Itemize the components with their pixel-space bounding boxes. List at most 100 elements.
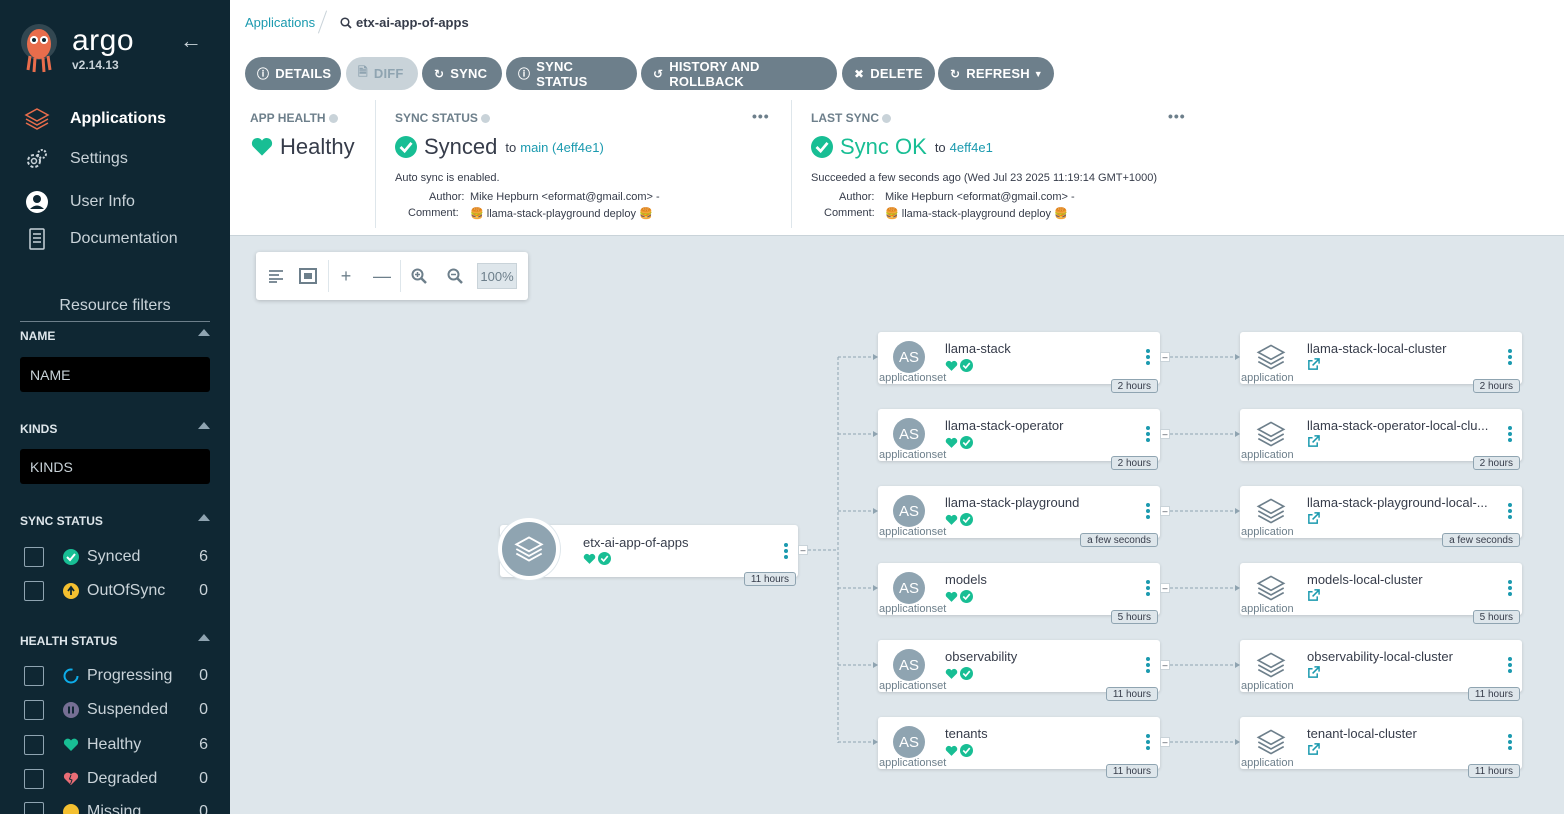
sync-button[interactable]: ↻ SYNC <box>422 57 502 90</box>
collapse-sidebar-arrow-icon[interactable]: ← <box>180 28 202 54</box>
node-status-icons <box>945 513 973 526</box>
external-link-icon[interactable] <box>1307 589 1320 602</box>
collapse-node-button[interactable]: – <box>1160 352 1170 362</box>
node-menu-icon[interactable] <box>1146 503 1150 521</box>
application-node[interactable]: tenant-local-cluster application 11 hours <box>1240 717 1522 778</box>
external-link-icon[interactable] <box>1307 435 1320 448</box>
sync-status-more-icon[interactable]: ••• <box>752 108 770 124</box>
diff-button[interactable]: 🗎 DIFF <box>346 57 418 90</box>
nav-documentation[interactable]: Documentation <box>24 225 224 253</box>
gears-icon <box>24 146 50 172</box>
filter-count: 0 <box>199 701 208 718</box>
filter-suspended[interactable]: Suspended 0 <box>24 699 208 721</box>
kinds-filter-input[interactable]: KINDS <box>20 449 210 484</box>
filter-missing[interactable]: Missing 0 <box>24 801 208 814</box>
argo-logo[interactable] <box>18 22 60 74</box>
node-status-icons <box>945 744 973 757</box>
node-menu-icon[interactable] <box>1146 734 1150 752</box>
sync-status-filter-header[interactable]: SYNC STATUS <box>20 514 210 528</box>
collapse-caret-icon[interactable] <box>198 634 210 641</box>
node-menu-icon[interactable] <box>1508 349 1512 367</box>
applicationset-node[interactable]: AS llama-stack applicationset 2 hours <box>878 332 1160 393</box>
node-menu-icon[interactable] <box>1146 349 1150 367</box>
collapse-caret-icon[interactable] <box>198 514 210 521</box>
node-age-badge: a few seconds <box>1442 533 1520 547</box>
node-menu-icon[interactable] <box>784 543 788 561</box>
application-node[interactable]: llama-stack-local-cluster application 2 ho… <box>1240 332 1522 393</box>
external-link-icon[interactable] <box>1307 512 1320 525</box>
user-circle-icon <box>24 189 50 215</box>
external-link-icon[interactable] <box>1307 743 1320 756</box>
help-icon[interactable] <box>328 114 338 124</box>
name-filter-header[interactable]: NAME <box>20 329 210 343</box>
filter-degraded[interactable]: Degraded 0 <box>24 768 208 790</box>
collapse-node-button[interactable]: – <box>1160 506 1170 516</box>
sync-revision-link[interactable]: main (4eff4e1) <box>520 140 604 155</box>
application-node[interactable]: llama-stack-playground-local-... applicat… <box>1240 486 1522 547</box>
node-status-icons <box>945 359 973 372</box>
help-icon[interactable] <box>882 114 892 124</box>
applicationset-node[interactable]: AS tenants applicationset 11 hours <box>878 717 1160 778</box>
applicationset-node[interactable]: AS llama-stack-operator applicationset 2 ho… <box>878 409 1160 470</box>
collapse-node-button[interactable]: – <box>1160 583 1170 593</box>
node-age-badge: 5 hours <box>1472 610 1520 624</box>
node-menu-icon[interactable] <box>1146 657 1150 675</box>
collapse-node-button[interactable]: – <box>1160 737 1170 747</box>
node-menu-icon[interactable] <box>1146 580 1150 598</box>
node-menu-icon[interactable] <box>1508 580 1512 598</box>
last-sync-more-icon[interactable]: ••• <box>1168 108 1186 124</box>
checkbox[interactable] <box>24 802 44 814</box>
node-menu-icon[interactable] <box>1508 734 1512 752</box>
checkbox[interactable] <box>24 735 44 755</box>
node-menu-icon[interactable] <box>1508 426 1512 444</box>
collapse-caret-icon[interactable] <box>198 422 210 429</box>
applicationset-node[interactable]: AS observability applicationset 11 hours <box>878 640 1160 701</box>
history-rollback-button[interactable]: ↺ HISTORY AND ROLLBACK <box>641 57 837 90</box>
applicationset-node[interactable]: AS models applicationset 5 hours <box>878 563 1160 624</box>
collapse-caret-icon[interactable] <box>198 329 210 336</box>
node-menu-icon[interactable] <box>1508 503 1512 521</box>
breadcrumb-applications-link[interactable]: Applications <box>245 15 315 30</box>
sync-status-title: SYNC STATUS <box>395 111 490 125</box>
applicationset-node[interactable]: AS llama-stack-playground applicationset a … <box>878 486 1160 547</box>
health-status-filter-header[interactable]: HEALTH STATUS <box>20 634 210 648</box>
delete-button[interactable]: ✖ DELETE <box>842 57 935 90</box>
comment-value: 🍔 llama-stack-playground deploy 🍔 <box>470 208 653 220</box>
nav-settings[interactable]: Settings <box>24 145 224 173</box>
sync-status-button[interactable]: ⓘ SYNC STATUS <box>506 57 637 90</box>
file-diff-icon: 🗎 <box>358 65 368 79</box>
checkbox[interactable] <box>24 769 44 789</box>
root-application-node[interactable]: etx-ai-app-of-apps 11 hours <box>498 518 798 586</box>
node-menu-icon[interactable] <box>1508 657 1512 675</box>
filter-synced[interactable]: Synced 6 <box>24 546 208 568</box>
collapse-node-button[interactable]: – <box>798 545 808 555</box>
checkbox[interactable] <box>24 700 44 720</box>
checkbox[interactable] <box>24 666 44 686</box>
nav-user-info[interactable]: User Info <box>24 188 224 216</box>
filter-healthy[interactable]: Healthy 6 <box>24 734 208 756</box>
applicationset-avatar: AS <box>893 495 925 527</box>
application-node[interactable]: llama-stack-operator-local-clu... applica… <box>1240 409 1522 470</box>
layers-icon <box>498 518 560 580</box>
kinds-filter-header[interactable]: KINDS <box>20 422 210 436</box>
name-filter-input[interactable]: NAME <box>20 357 210 392</box>
help-icon[interactable] <box>480 114 490 124</box>
resource-tree-canvas[interactable]: + — 100% etx-ai-app-of-apps 11 hours – A… <box>230 236 1564 814</box>
nav-applications[interactable]: Applications <box>24 105 224 133</box>
last-sync-revision-link[interactable]: 4eff4e1 <box>950 140 993 155</box>
checkbox[interactable] <box>24 547 44 567</box>
checkbox[interactable] <box>24 581 44 601</box>
collapse-node-button[interactable]: – <box>1160 429 1170 439</box>
application-node[interactable]: models-local-cluster application 5 hours <box>1240 563 1522 624</box>
collapse-node-button[interactable]: – <box>1160 660 1170 670</box>
details-button[interactable]: ⓘ DETAILS <box>245 57 341 90</box>
external-link-icon[interactable] <box>1307 358 1320 371</box>
application-node[interactable]: observability-local-cluster application 11… <box>1240 640 1522 701</box>
node-age-badge: 2 hours <box>1472 456 1520 470</box>
node-menu-icon[interactable] <box>1146 426 1150 444</box>
external-link-icon[interactable] <box>1307 666 1320 679</box>
refresh-button[interactable]: ↻ REFRESH ▼ <box>938 57 1054 90</box>
layers-icon <box>1256 652 1286 678</box>
filter-outofsync[interactable]: OutOfSync 0 <box>24 580 208 602</box>
filter-progressing[interactable]: Progressing 0 <box>24 665 208 687</box>
